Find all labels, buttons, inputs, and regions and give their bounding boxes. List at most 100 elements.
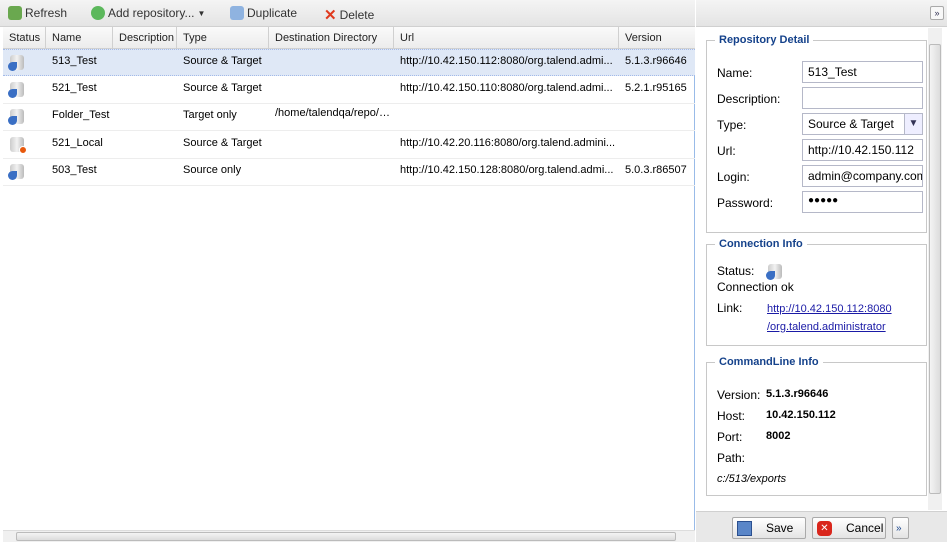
column-header-description[interactable]: Description [113, 27, 177, 49]
save-label: Save [766, 521, 794, 535]
name-label: Name: [717, 66, 753, 80]
delete-icon: ✕ [324, 7, 337, 24]
url-cell: http://10.42.20.116:8080/org.talend.admi… [400, 136, 616, 149]
url-input[interactable]: http://10.42.150.112 [802, 139, 923, 161]
password-label: Password: [717, 196, 774, 210]
connection-ok-icon [8, 81, 24, 98]
delete-label: Delete [339, 8, 375, 22]
connection-status-icon [766, 264, 782, 280]
description-cell [113, 104, 177, 130]
save-icon [737, 520, 752, 536]
destination-cell [269, 77, 394, 103]
cancel-label: Cancel [846, 521, 884, 535]
description-cell [113, 132, 177, 158]
destination-cell [269, 132, 394, 158]
version-cell [619, 132, 695, 158]
duplicate-icon [230, 6, 244, 20]
column-header-status[interactable]: Status [3, 27, 46, 49]
cancel-button[interactable]: ✕ Cancel [812, 517, 886, 539]
type-cell: Source & Target [183, 81, 262, 94]
name-cell: 521_Local [52, 136, 103, 149]
refresh-label: Refresh [25, 6, 68, 20]
detail-panel-header: » [696, 0, 947, 27]
connection-link-line2[interactable]: /org.talend.administrator [767, 321, 886, 333]
url-cell: http://10.42.150.128:8080/org.talend.adm… [400, 164, 614, 176]
table-row[interactable]: 503_Test Source only http://10.42.150.128:… [3, 159, 695, 186]
path-label: Path: [717, 451, 746, 465]
add-icon [91, 6, 105, 20]
name-cell: 521_Test [52, 81, 97, 94]
column-header-destination[interactable]: Destination Directory [269, 27, 394, 49]
description-input[interactable] [802, 87, 923, 109]
version-cell [619, 104, 695, 130]
connection-ok-icon [8, 109, 24, 125]
type-cell: Source & Target [183, 136, 262, 149]
connection-ok-icon [8, 164, 24, 180]
save-button[interactable]: Save [732, 517, 806, 539]
refresh-icon [8, 6, 22, 20]
database-plug-icon [766, 264, 782, 280]
status-cell [3, 77, 46, 103]
name-cell: Folder_Test [52, 109, 110, 121]
commandline-info-title: CommandLine Info [719, 356, 819, 368]
column-header-url[interactable]: Url [394, 27, 619, 49]
status-label: Status: [717, 264, 755, 278]
description-cell [113, 50, 177, 76]
version-value: 5.1.3.r96646 [766, 388, 829, 400]
repository-detail-title: Repository Detail [719, 34, 810, 46]
collapse-panel-button[interactable]: » [930, 6, 944, 20]
version-cell: 5.0.3.r86507 [625, 164, 687, 176]
login-input[interactable]: admin@company.com [802, 165, 923, 187]
version-cell: 5.1.3.r96646 [625, 55, 687, 67]
host-label: Host: [717, 409, 746, 423]
type-value: Source & Target [808, 117, 894, 131]
password-input[interactable]: ●●●●● [802, 191, 923, 213]
dropdown-arrow-icon: ▼ [197, 8, 206, 18]
table-row[interactable]: Folder_Test Target only/home/talendqa/rep… [3, 104, 695, 131]
description-cell [113, 77, 177, 103]
path-value: c:/513/exports [717, 473, 787, 485]
link-label: Link: [717, 301, 743, 315]
column-header-type[interactable]: Type [177, 27, 269, 49]
version-cell: 5.2.1.r95165 [625, 81, 687, 94]
vertical-scrollbar-thumb[interactable] [929, 44, 941, 494]
connection-ok-icon [8, 55, 24, 71]
url-label: Url: [717, 144, 736, 158]
version-label: Version: [717, 388, 761, 402]
url-cell [394, 104, 619, 130]
login-label: Login: [717, 170, 750, 184]
type-cell: Source & Target [183, 55, 262, 67]
table-row[interactable]: 521_Local Source & Target http://10.42.20.… [3, 132, 695, 159]
status-cell [3, 132, 46, 158]
column-header-version[interactable]: Version [619, 27, 695, 49]
refresh-button[interactable]: Refresh [8, 6, 67, 20]
description-label: Description: [717, 92, 781, 106]
status-cell [3, 104, 46, 130]
destination-cell [269, 159, 394, 185]
table-row[interactable]: 513_Test Source & Target http://10.42.150.… [3, 49, 695, 76]
more-button[interactable]: » [892, 517, 909, 539]
chevron-down-icon[interactable]: ▼ [904, 114, 922, 134]
connection-link-line1[interactable]: http://10.42.150.112:8080 [767, 303, 892, 315]
name-input[interactable]: 513_Test [802, 61, 923, 83]
add-repository-label: Add repository... [108, 6, 195, 20]
port-label: Port: [717, 430, 743, 444]
url-cell: http://10.42.150.112:8080/org.talend.adm… [400, 55, 613, 67]
destination-cell: /home/talendqa/repo/e... [275, 107, 394, 119]
connection-error-icon [10, 136, 27, 154]
destination-cell [269, 50, 394, 76]
horizontal-scrollbar-thumb[interactable] [16, 532, 676, 541]
column-header-name[interactable]: Name [46, 27, 113, 49]
status-text: Connection ok [717, 280, 794, 294]
add-repository-button[interactable]: Add repository... ▼ [91, 6, 205, 20]
url-cell: http://10.42.150.110:8080/org.talend.adm… [400, 81, 613, 94]
status-cell [3, 50, 46, 76]
duplicate-button[interactable]: Duplicate [230, 6, 297, 20]
cancel-icon: ✕ [817, 520, 832, 536]
table-row[interactable]: 521_Test Source & Target http://10.42.150.… [3, 77, 695, 104]
connection-info-title: Connection Info [719, 238, 803, 250]
host-value: 10.42.150.112 [766, 409, 836, 421]
type-cell: Source only [183, 164, 242, 176]
delete-button[interactable]: ✕ Delete [324, 6, 374, 24]
description-cell [113, 159, 177, 185]
